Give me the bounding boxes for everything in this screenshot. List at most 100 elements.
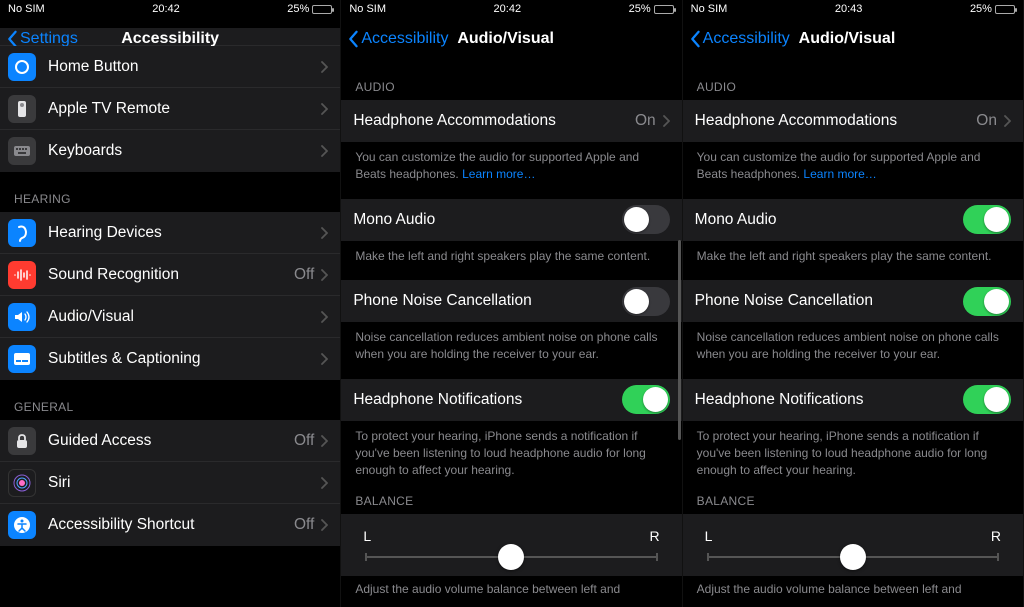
battery-pct-label: 25% (970, 3, 992, 15)
keyboard-icon (8, 137, 36, 165)
row-label: Headphone Accommodations (695, 112, 977, 130)
row-headphone-accommodations[interactable]: Headphone Accommodations On (341, 100, 681, 142)
row-subtitles[interactable]: Subtitles & Captioning (0, 338, 340, 380)
toggle-noise-cancellation[interactable] (963, 287, 1011, 316)
row-siri[interactable]: Siri (0, 462, 340, 504)
section-header-audio: AUDIO (683, 60, 1023, 100)
footer-balance-cut: Adjust the audio volume balance between … (683, 576, 1023, 598)
siri-icon (8, 469, 36, 497)
clock-label: 20:42 (494, 3, 522, 15)
chevron-right-icon (320, 61, 328, 73)
balance-slider[interactable] (707, 556, 999, 558)
row-hearing-devices[interactable]: Hearing Devices (0, 212, 340, 254)
row-keyboards[interactable]: Keyboards (0, 130, 340, 172)
section-header-hearing: HEARING (0, 172, 340, 212)
chevron-right-icon (662, 115, 670, 127)
back-button[interactable]: Accessibility (689, 30, 790, 48)
row-label: Mono Audio (695, 211, 963, 229)
carrier-label: No SIM (349, 3, 386, 15)
row-label: Phone Noise Cancellation (695, 292, 963, 310)
balance-right-label: R (650, 528, 660, 544)
chevron-left-icon (689, 30, 701, 48)
toggle-mono-audio[interactable] (622, 205, 670, 234)
row-label: Phone Noise Cancellation (353, 292, 621, 310)
section-header-balance: BALANCE (683, 480, 1023, 514)
balance-left-label: L (705, 528, 713, 544)
balance-slider[interactable] (365, 556, 657, 558)
waveform-icon (8, 261, 36, 289)
subtitles-icon (8, 345, 36, 373)
footer-noise: Noise cancellation reduces ambient noise… (683, 322, 1023, 365)
learn-more-link[interactable]: Learn more… (462, 167, 535, 181)
footer-headphone: You can customize the audio for supporte… (341, 142, 681, 185)
row-sound-recognition[interactable]: Sound Recognition Off (0, 254, 340, 296)
toggle-mono-audio[interactable] (963, 205, 1011, 234)
row-value: On (976, 112, 997, 130)
row-apple-tv-remote[interactable]: Apple TV Remote (0, 88, 340, 130)
footer-mono: Make the left and right speakers play th… (683, 241, 1023, 267)
screen-audio-visual-on: No SIM 20:43 25% Accessibility Audio/Vis… (683, 0, 1024, 607)
row-phone-noise-cancellation[interactable]: Phone Noise Cancellation (341, 280, 681, 322)
apple-tv-remote-icon (8, 95, 36, 123)
nav-bar: Accessibility Audio/Visual (683, 18, 1023, 60)
row-accessibility-shortcut[interactable]: Accessibility Shortcut Off (0, 504, 340, 546)
balance-right-label: R (991, 528, 1001, 544)
audio-visual-list[interactable]: AUDIO Headphone Accommodations On You ca… (683, 60, 1023, 607)
footer-notif: To protect your hearing, iPhone sends a … (341, 421, 681, 480)
row-label: Guided Access (48, 432, 294, 450)
row-headphone-notifications[interactable]: Headphone Notifications (683, 379, 1023, 421)
row-guided-access[interactable]: Guided Access Off (0, 420, 340, 462)
section-header-balance: BALANCE (341, 480, 681, 514)
chevron-right-icon (320, 269, 328, 281)
chevron-right-icon (320, 227, 328, 239)
screen-audio-visual-off: No SIM 20:42 25% Accessibility Audio/Vis… (341, 0, 682, 607)
chevron-right-icon (320, 103, 328, 115)
row-label: Home Button (48, 58, 320, 76)
scroll-indicator[interactable] (678, 240, 681, 440)
row-label: Headphone Notifications (695, 391, 963, 409)
toggle-headphone-notifications[interactable] (622, 385, 670, 414)
ear-icon (8, 219, 36, 247)
chevron-right-icon (320, 311, 328, 323)
row-audio-visual[interactable]: Audio/Visual (0, 296, 340, 338)
speaker-icon (8, 303, 36, 331)
row-label: Headphone Accommodations (353, 112, 635, 130)
row-phone-noise-cancellation[interactable]: Phone Noise Cancellation (683, 280, 1023, 322)
lock-icon (8, 427, 36, 455)
row-label: Hearing Devices (48, 224, 320, 242)
toggle-headphone-notifications[interactable] (963, 385, 1011, 414)
row-value: On (635, 112, 656, 130)
back-label: Accessibility (361, 30, 448, 48)
screen-accessibility: No SIM 20:42 25% Settings Accessibility … (0, 0, 341, 607)
slider-thumb[interactable] (498, 544, 524, 570)
row-label: Audio/Visual (48, 308, 320, 326)
row-mono-audio[interactable]: Mono Audio (683, 199, 1023, 241)
footer-mono: Make the left and right speakers play th… (341, 241, 681, 267)
row-headphone-notifications[interactable]: Headphone Notifications (341, 379, 681, 421)
row-label: Apple TV Remote (48, 100, 320, 118)
audio-visual-list[interactable]: AUDIO Headphone Accommodations On You ca… (341, 60, 681, 607)
clock-label: 20:43 (835, 3, 863, 15)
row-mono-audio[interactable]: Mono Audio (341, 199, 681, 241)
back-button[interactable]: Accessibility (347, 30, 448, 48)
section-header-general: GENERAL (0, 380, 340, 420)
row-value: Off (294, 516, 314, 534)
section-header-audio: AUDIO (341, 60, 681, 100)
balance-slider-container: L R (683, 514, 1023, 576)
settings-list[interactable]: Home Button Apple TV Remote Keyboards HE… (0, 28, 340, 607)
row-label: Headphone Notifications (353, 391, 621, 409)
battery-pct-label: 25% (629, 3, 651, 15)
page-title: Audio/Visual (457, 30, 554, 48)
row-label: Mono Audio (353, 211, 621, 229)
accessibility-icon (8, 511, 36, 539)
slider-thumb[interactable] (840, 544, 866, 570)
row-headphone-accommodations[interactable]: Headphone Accommodations On (683, 100, 1023, 142)
learn-more-link[interactable]: Learn more… (803, 167, 876, 181)
carrier-label: No SIM (8, 3, 45, 15)
row-home-button[interactable]: Home Button (0, 46, 340, 88)
footer-noise: Noise cancellation reduces ambient noise… (341, 322, 681, 365)
toggle-noise-cancellation[interactable] (622, 287, 670, 316)
row-label: Siri (48, 474, 320, 492)
clock-label: 20:42 (152, 3, 180, 15)
chevron-right-icon (320, 435, 328, 447)
